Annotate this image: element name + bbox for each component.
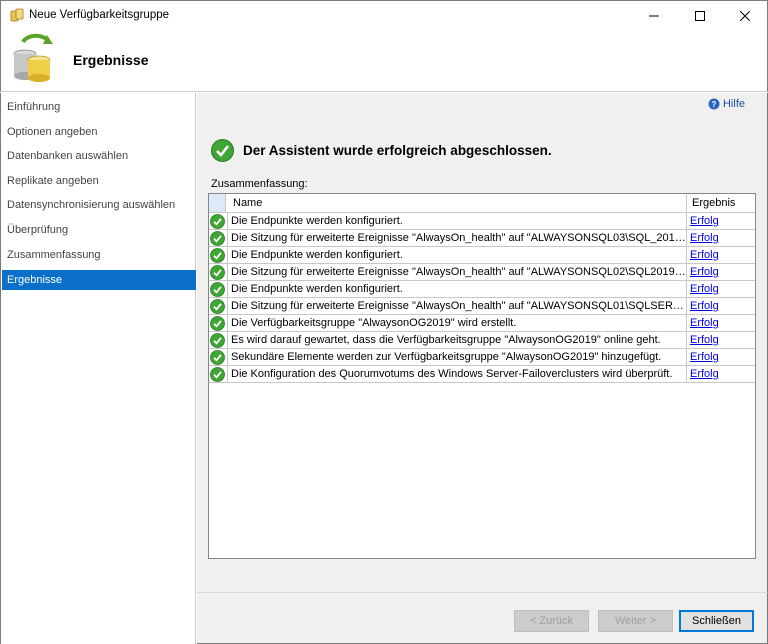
row-name: Die Endpunkte werden konfiguriert. xyxy=(227,281,687,297)
table-row[interactable]: Sekundäre Elemente werden zur Verfügbark… xyxy=(209,349,755,366)
next-button[interactable]: Weiter > xyxy=(598,610,673,632)
result-link[interactable]: Erfolg xyxy=(687,264,755,280)
close-button[interactable]: Schließen xyxy=(679,610,754,632)
row-name: Die Verfügbarkeitsgruppe "AlwaysonOG2019… xyxy=(227,315,687,331)
row-name: Die Endpunkte werden konfiguriert. xyxy=(227,213,687,229)
step-datenbanken-auswaehlen[interactable]: Datenbanken auswählen xyxy=(2,146,196,166)
result-link[interactable]: Erfolg xyxy=(687,332,755,348)
table-row[interactable]: Die Konfiguration des Quorumvotums des W… xyxy=(209,366,755,383)
table-row[interactable]: Die Endpunkte werden konfiguriert. Erfolg xyxy=(209,281,755,298)
row-name: Die Sitzung für erweiterte Ereignisse "A… xyxy=(227,298,687,314)
wizard-step-list: Einführung Optionen angeben Datenbanken … xyxy=(0,93,196,644)
success-icon xyxy=(210,367,225,382)
table-row[interactable]: Es wird darauf gewartet, dass die Verfüg… xyxy=(209,332,755,349)
result-link[interactable]: Erfolg xyxy=(687,298,755,314)
step-ueberpruefung[interactable]: Überprüfung xyxy=(2,220,196,240)
minimize-button[interactable] xyxy=(631,1,677,31)
row-name: Die Konfiguration des Quorumvotums des W… xyxy=(227,366,687,382)
header-corner xyxy=(209,194,226,212)
page-title: Ergebnisse xyxy=(73,52,149,68)
table-row[interactable]: Die Sitzung für erweiterte Ereignisse "A… xyxy=(209,298,755,315)
row-name: Es wird darauf gewartet, dass die Verfüg… xyxy=(227,332,687,348)
step-ergebnisse[interactable]: Ergebnisse xyxy=(2,270,196,290)
row-name: Die Sitzung für erweiterte Ereignisse "A… xyxy=(227,230,687,246)
success-icon xyxy=(210,316,225,331)
column-header-name[interactable]: Name xyxy=(227,194,687,212)
table-row[interactable]: Die Endpunkte werden konfiguriert. Erfolg xyxy=(209,213,755,230)
availability-group-database-icon xyxy=(11,32,55,84)
success-banner: Der Assistent wurde erfolgreich abgeschl… xyxy=(211,139,552,162)
maximize-button[interactable] xyxy=(677,1,723,31)
app-icon xyxy=(10,8,24,22)
wizard-footer: < Zurück Weiter > Schließen xyxy=(197,592,768,644)
wizard-header: Ergebnisse xyxy=(0,30,768,92)
svg-text:?: ? xyxy=(712,100,717,109)
minimize-icon xyxy=(649,15,659,17)
summary-label: Zusammenfassung: xyxy=(211,178,308,190)
result-link[interactable]: Erfolg xyxy=(687,315,755,331)
success-icon xyxy=(210,350,225,365)
help-label: Hilfe xyxy=(722,98,745,110)
result-link[interactable]: Erfolg xyxy=(687,247,755,263)
step-datensynchronisierung[interactable]: Datensynchronisierung auswählen xyxy=(2,195,196,215)
close-window-button[interactable] xyxy=(722,1,768,31)
result-link[interactable]: Erfolg xyxy=(687,349,755,365)
title-bar: Neue Verfügbarkeitsgruppe xyxy=(0,0,768,30)
success-icon xyxy=(210,333,225,348)
main-panel: ? Hilfe Der Assistent wurde erfolgreich … xyxy=(197,93,768,592)
result-link[interactable]: Erfolg xyxy=(687,281,755,297)
window-title: Neue Verfügbarkeitsgruppe xyxy=(29,9,170,21)
step-zusammenfassung[interactable]: Zusammenfassung xyxy=(2,245,196,265)
result-link[interactable]: Erfolg xyxy=(687,213,755,229)
success-check-icon xyxy=(211,139,234,162)
success-icon xyxy=(210,231,225,246)
result-link[interactable]: Erfolg xyxy=(687,230,755,246)
column-header-result[interactable]: Ergebnis xyxy=(687,194,755,212)
help-icon: ? xyxy=(708,98,720,110)
table-row[interactable]: Die Sitzung für erweiterte Ereignisse "A… xyxy=(209,230,755,247)
row-name: Die Endpunkte werden konfiguriert. xyxy=(227,247,687,263)
help-link[interactable]: ? Hilfe xyxy=(708,98,745,110)
table-row[interactable]: Die Endpunkte werden konfiguriert. Erfolg xyxy=(209,247,755,264)
row-name: Die Sitzung für erweiterte Ereignisse "A… xyxy=(227,264,687,280)
success-icon xyxy=(210,214,225,229)
success-icon xyxy=(210,248,225,263)
success-icon xyxy=(210,299,225,314)
maximize-icon xyxy=(695,11,705,21)
step-optionen-angeben[interactable]: Optionen angeben xyxy=(2,122,196,142)
table-header: Name Ergebnis xyxy=(209,194,755,213)
success-icon xyxy=(210,282,225,297)
results-table: Name Ergebnis Die Endpunkte werden konfi… xyxy=(208,193,756,559)
table-row[interactable]: Die Sitzung für erweiterte Ereignisse "A… xyxy=(209,264,755,281)
close-icon xyxy=(740,11,750,21)
result-link[interactable]: Erfolg xyxy=(687,366,755,382)
step-einfuehrung[interactable]: Einführung xyxy=(2,97,196,117)
success-message: Der Assistent wurde erfolgreich abgeschl… xyxy=(243,143,552,158)
step-replikate-angeben[interactable]: Replikate angeben xyxy=(2,171,196,191)
row-name: Sekundäre Elemente werden zur Verfügbark… xyxy=(227,349,687,365)
success-icon xyxy=(210,265,225,280)
back-button[interactable]: < Zurück xyxy=(514,610,589,632)
table-row[interactable]: Die Verfügbarkeitsgruppe "AlwaysonOG2019… xyxy=(209,315,755,332)
